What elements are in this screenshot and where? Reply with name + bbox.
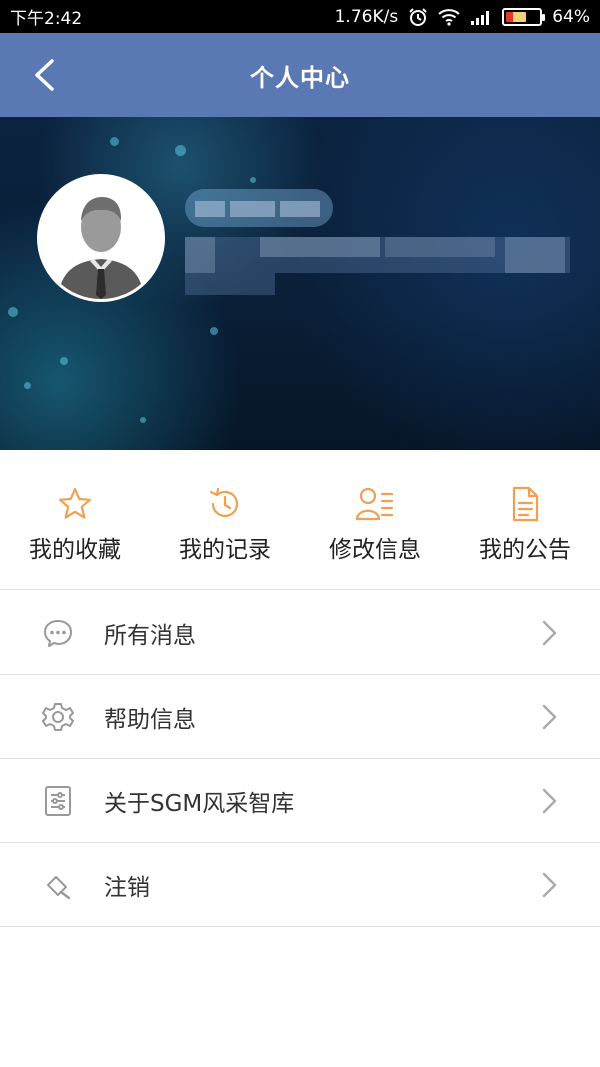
user-avatar-icon[interactable]	[37, 174, 165, 302]
edit-info-button[interactable]: 修改信息	[300, 450, 450, 589]
bokeh-dot	[110, 137, 119, 146]
signal-icon	[470, 9, 492, 25]
app-header: 个人中心	[0, 33, 600, 117]
chat-bubble-icon	[40, 615, 76, 651]
bokeh-dot	[8, 307, 18, 317]
bokeh-dot	[24, 382, 31, 389]
menu-item-about[interactable]: 关于SGM风采智库	[0, 759, 600, 843]
history-icon	[205, 484, 245, 524]
announcements-label: 我的公告	[479, 537, 571, 563]
bokeh-dot	[175, 145, 186, 156]
menu-item-label: 关于SGM风采智库	[104, 790, 295, 817]
bokeh-dot	[210, 327, 218, 335]
chevron-right-icon	[542, 620, 557, 646]
logout-icon	[40, 867, 76, 903]
menu-item-label: 帮助信息	[104, 706, 196, 733]
pixel-block	[185, 237, 215, 273]
network-speed: 1.76K/s	[334, 6, 399, 27]
gear-icon	[40, 699, 76, 735]
menu-list: 所有消息 帮助信息 关于SGM风采智库 注销	[0, 591, 600, 927]
bokeh-dot	[60, 357, 68, 365]
menu-item-label: 注销	[104, 874, 150, 901]
records-button[interactable]: 我的记录	[150, 450, 300, 589]
battery-icon	[502, 7, 546, 26]
menu-item-messages[interactable]: 所有消息	[0, 591, 600, 675]
menu-item-logout[interactable]: 注销	[0, 843, 600, 927]
profile-banner	[0, 117, 600, 450]
settings-panel-icon	[40, 783, 76, 819]
bokeh-dot	[250, 177, 256, 183]
battery-level	[506, 11, 527, 22]
user-info-blurred	[185, 237, 570, 273]
pixel-block	[230, 201, 275, 217]
user-info-blurred-2	[185, 273, 275, 295]
status-right: 1.76K/s 64%	[335, 7, 590, 27]
menu-item-help[interactable]: 帮助信息	[0, 675, 600, 759]
chevron-right-icon	[542, 872, 557, 898]
records-label: 我的记录	[179, 537, 271, 563]
pixel-block	[280, 201, 320, 217]
pixel-block	[385, 237, 495, 257]
favorites-label: 我的收藏	[29, 537, 121, 563]
chevron-right-icon	[542, 704, 557, 730]
edit-profile-icon	[355, 484, 395, 524]
page-title: 个人中心	[250, 63, 350, 92]
pixel-block	[195, 201, 225, 217]
star-icon	[55, 484, 95, 524]
user-name-blurred	[185, 189, 333, 227]
back-arrow-icon	[35, 59, 54, 91]
pixel-block	[260, 237, 380, 257]
edit-info-label: 修改信息	[329, 537, 421, 563]
announcements-button[interactable]: 我的公告	[450, 450, 600, 589]
pixel-block	[505, 237, 565, 273]
document-icon	[505, 484, 545, 524]
alarm-icon	[408, 7, 428, 27]
back-button[interactable]	[24, 55, 64, 95]
menu-item-label: 所有消息	[104, 622, 196, 649]
favorites-button[interactable]: 我的收藏	[0, 450, 150, 589]
avatar-silhouette	[40, 177, 162, 299]
battery-percent: 64%	[552, 6, 590, 27]
status-time: 下午2:42	[10, 9, 83, 29]
wifi-icon	[438, 8, 460, 26]
bokeh-dot	[140, 417, 146, 423]
chevron-right-icon	[542, 788, 557, 814]
status-bar: 下午2:42 1.76K/s 64%	[0, 0, 600, 33]
quick-actions: 我的收藏 我的记录 修改信息 我的公告	[0, 450, 600, 590]
